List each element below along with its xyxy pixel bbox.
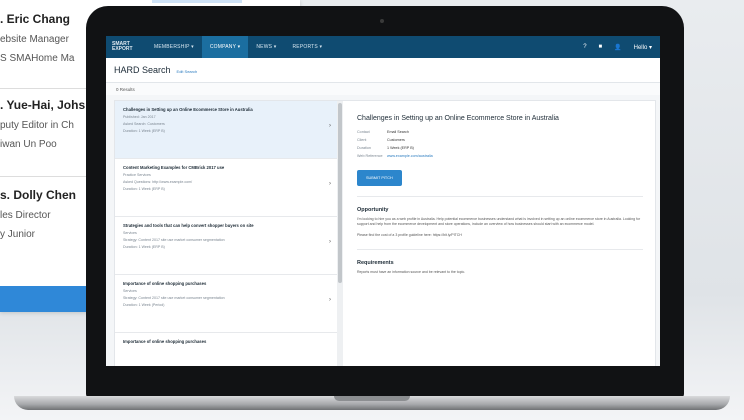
camera-dot [380, 19, 384, 23]
user-menu[interactable]: Hello ▾ [634, 44, 652, 51]
card-top-accent [152, 0, 242, 3]
divider [0, 176, 90, 177]
result-title: Importance of online shopping purchases [123, 339, 207, 344]
nav-reports[interactable]: REPORTS ▾ [284, 36, 330, 58]
result-meta: Duration: 1 Week (ERP B) [123, 245, 165, 249]
result-card[interactable]: Importance of online shopping purchases … [115, 275, 337, 333]
page-title: HARD Search [114, 65, 171, 75]
web-reference-link[interactable]: www.example.com/australia [387, 154, 433, 158]
result-meta: Published: Jan 2017 [123, 115, 156, 119]
field-value: Email Search [387, 130, 409, 134]
result-meta: Duration: 1 Week (ERP B) [123, 187, 165, 191]
content-panel: Challenges in Setting up an Online Ecomm… [114, 100, 656, 366]
laptop-screen: SMART EXPORT MEMBERSHIP ▾ COMPANY ▾ NEWS… [106, 36, 660, 366]
result-meta: Duration: 1 Week (Period) [123, 303, 165, 307]
person-role: les Director [0, 210, 51, 221]
page-header: HARD Search Edit Search [106, 58, 660, 83]
detail-field: Duration 1 Week (ERP B) [357, 146, 643, 150]
scrollbar-thumb[interactable] [338, 103, 342, 283]
detail-field: Web Reference www.example.com/australia [357, 154, 643, 158]
results-count: 0 Results [106, 83, 660, 95]
field-label: Client [357, 138, 367, 142]
nav-right-group: ? ■ 👤 Hello ▾ [583, 44, 652, 51]
chevron-right-icon: › [329, 181, 331, 187]
result-title: Content Marketing Examples for CMBrick 2… [123, 165, 225, 170]
field-label: Duration [357, 146, 371, 150]
person-name: . Yue-Hai, Johs [0, 98, 86, 112]
nav-membership[interactable]: MEMBERSHIP ▾ [146, 36, 202, 58]
result-title: Importance of online shopping purchases [123, 281, 207, 286]
person-company: y Junior [0, 229, 36, 240]
edit-search-link[interactable]: Edit Search [177, 69, 198, 74]
list-scrollbar[interactable] [337, 101, 343, 366]
nav-news[interactable]: NEWS ▾ [248, 36, 284, 58]
person-role: ebsite Manager [0, 34, 69, 45]
requirements-heading: Requirements [357, 259, 394, 266]
result-meta: Strategy: Content 2017 site use market c… [123, 238, 225, 242]
submit-pitch-button[interactable]: SUBMIT PITCH [357, 170, 402, 186]
result-meta: Asked Questions: http://www.example.com/ [123, 180, 193, 184]
notification-icon[interactable]: ■ [599, 44, 603, 50]
person-company: S SMAHome Ma [0, 53, 75, 64]
field-label: Web Reference [357, 154, 383, 158]
result-meta: Asked Search: Customers [123, 122, 165, 126]
result-title: Strategies and tools that can help conve… [123, 223, 254, 228]
detail-pane: Challenges in Setting up an Online Ecomm… [347, 101, 653, 366]
result-meta: Practice Services [123, 173, 151, 177]
result-card[interactable]: Importance of online shopping purchases [115, 333, 337, 366]
read-more-text: Please find the cost of a 3 profile guid… [357, 233, 462, 238]
result-card[interactable]: Challenges in Setting up an Online Ecomm… [115, 101, 337, 159]
person-name: s. Dolly Chen [0, 188, 77, 202]
nav-company[interactable]: COMPANY ▾ [201, 36, 249, 58]
divider [0, 88, 90, 89]
person-entry: . Eric Chang ebsite Manager S SMAHome Ma [0, 12, 74, 64]
person-entry: s. Dolly Chen les Director y Junior [0, 188, 76, 240]
opportunity-heading: Opportunity [357, 207, 389, 213]
brand-logo[interactable]: SMART EXPORT [112, 42, 146, 52]
result-meta: Services [123, 231, 137, 235]
requirements-text: Reports must have an information source … [357, 269, 466, 274]
field-value: 1 Week (ERP B) [387, 146, 414, 150]
person-company: iwan Un Poo [0, 139, 57, 150]
result-meta: Duration: 1 Week (ERP B) [123, 129, 165, 133]
detail-title: Challenges in Setting up an Online Ecomm… [357, 115, 559, 122]
result-title: Challenges in Setting up an Online Ecomm… [123, 107, 253, 112]
result-card[interactable]: Strategies and tools that can help conve… [115, 217, 337, 275]
field-label: Contact [357, 130, 370, 134]
chevron-right-icon: › [329, 239, 331, 245]
results-list: Challenges in Setting up an Online Ecomm… [115, 101, 338, 366]
chevron-right-icon: › [329, 123, 331, 129]
opportunity-text: I'm looking to hire you as a web profile… [357, 217, 641, 227]
help-icon[interactable]: ? [583, 44, 586, 50]
result-meta: Services [123, 289, 137, 293]
result-meta: Strategy: Content 2017 site use market c… [123, 296, 225, 300]
top-nav: SMART EXPORT MEMBERSHIP ▾ COMPANY ▾ NEWS… [106, 36, 660, 58]
person-entry: . Yue-Hai, Johs puty Editor in Ch iwan U… [0, 98, 85, 150]
detail-field: Client Customers [357, 138, 643, 142]
result-card[interactable]: Content Marketing Examples for CMBrick 2… [115, 159, 337, 217]
person-name: . Eric Chang [0, 12, 71, 26]
field-value: Customers [387, 138, 405, 142]
chevron-right-icon: › [329, 297, 331, 303]
user-icon[interactable]: 👤 [614, 44, 621, 51]
divider [357, 196, 643, 197]
laptop-notch [334, 396, 410, 401]
detail-field: Contact Email Search [357, 130, 643, 134]
person-role: puty Editor in Ch [0, 120, 74, 131]
divider [357, 248, 643, 250]
laptop-base [14, 396, 730, 410]
